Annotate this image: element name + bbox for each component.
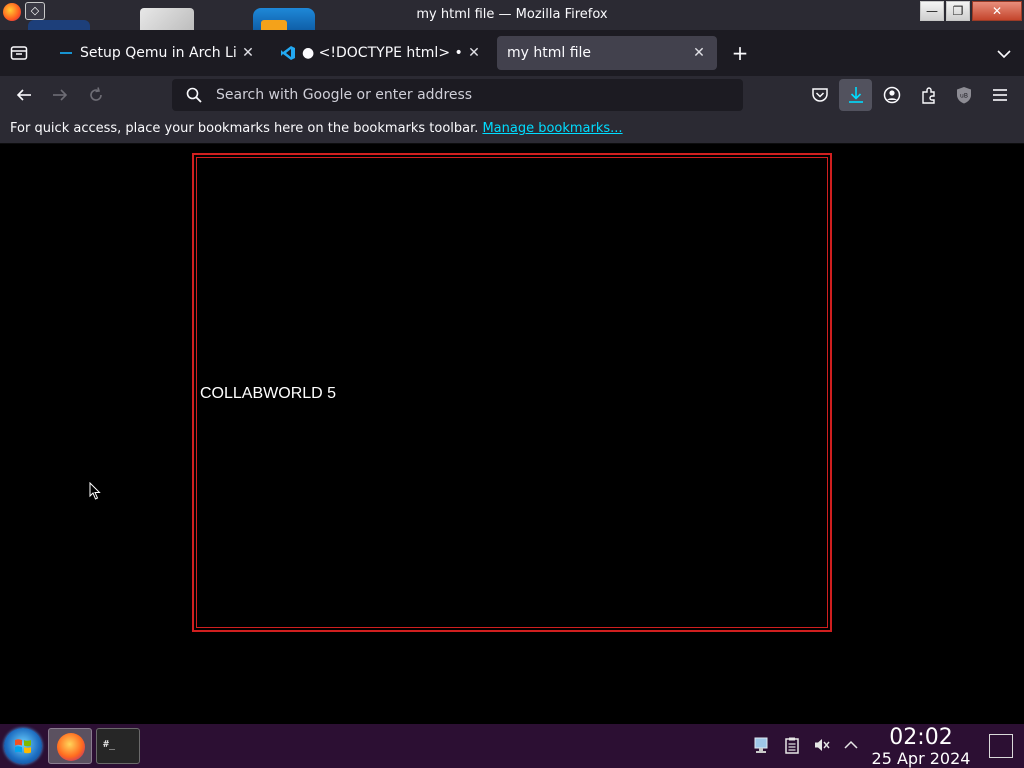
- page-content: COLLABWORLD 5: [0, 145, 1024, 724]
- tab-strip: Setup Qemu in Arch Linu ✕ ● <!DOCTYPE ht…: [0, 30, 1024, 76]
- minimize-button[interactable]: —: [920, 1, 944, 21]
- maximize-button[interactable]: ❐: [946, 1, 970, 21]
- ublock-shield-icon[interactable]: uB: [954, 85, 974, 105]
- forward-arrow-icon[interactable]: [50, 85, 70, 105]
- vscode-favicon-icon: [281, 46, 295, 60]
- clock-date: 25 Apr 2024: [871, 749, 971, 768]
- tab-label: ● <!DOCTYPE html> • a: [302, 45, 462, 61]
- tab-label: my html file: [507, 45, 592, 61]
- svg-text:uB: uB: [960, 93, 968, 100]
- tab-setup-qemu[interactable]: Setup Qemu in Arch Linu ✕: [48, 36, 266, 70]
- search-icon: [186, 87, 202, 103]
- hamburger-menu-icon[interactable]: [990, 85, 1010, 105]
- page-heading: COLLABWORLD 5: [200, 385, 337, 402]
- taskbar-clock[interactable]: 02:02 25 Apr 2024: [866, 726, 976, 768]
- start-menu-button[interactable]: [4, 728, 42, 764]
- chevron-down-icon[interactable]: [994, 44, 1014, 64]
- tab-label: Setup Qemu in Arch Linu: [80, 45, 236, 61]
- download-arrow-icon: [849, 87, 863, 103]
- close-window-button[interactable]: ✕: [972, 1, 1022, 21]
- address-input[interactable]: [216, 85, 726, 105]
- pocket-icon[interactable]: [810, 85, 830, 105]
- chevron-up-icon[interactable]: [842, 736, 860, 754]
- tab-my-html-file[interactable]: my html file ✕: [497, 36, 717, 70]
- taskbar: #_ 02:02 25 Apr 2024: [0, 724, 1024, 768]
- clock-time: 02:02: [889, 725, 953, 750]
- close-tab-icon[interactable]: ✕: [466, 45, 482, 61]
- bookmarks-prompt: For quick access, place your bookmarks h…: [10, 121, 479, 136]
- back-arrow-icon[interactable]: [14, 85, 34, 105]
- mouse-cursor-icon: [89, 482, 101, 500]
- navigation-toolbar: uB: [0, 76, 1024, 114]
- windows-logo-icon: [15, 739, 31, 754]
- tab-doctype-html[interactable]: ● <!DOCTYPE html> • a ✕: [270, 36, 492, 70]
- terminal-icon: #_: [103, 739, 116, 750]
- arch-favicon-icon: [60, 52, 72, 54]
- show-desktop-button[interactable]: [989, 734, 1013, 758]
- taskbar-firefox-button[interactable]: [48, 728, 92, 764]
- taskbar-terminal-button[interactable]: #_: [96, 728, 140, 764]
- account-icon[interactable]: [882, 85, 902, 105]
- firefox-view-icon[interactable]: [10, 44, 28, 62]
- reload-icon[interactable]: [86, 85, 106, 105]
- manage-bookmarks-link[interactable]: Manage bookmarks...: [482, 121, 622, 136]
- bookmarks-toolbar: For quick access, place your bookmarks h…: [0, 114, 1024, 144]
- new-tab-button[interactable]: +: [730, 43, 750, 63]
- close-tab-icon[interactable]: ✕: [691, 45, 707, 61]
- window-titlebar: ◇ my html file — Mozilla Firefox — ❐ ✕: [0, 0, 1024, 30]
- close-tab-icon[interactable]: ✕: [240, 45, 256, 61]
- clipboard-icon[interactable]: [783, 736, 801, 754]
- address-bar[interactable]: [172, 79, 743, 111]
- content-frame: COLLABWORLD 5: [192, 153, 832, 632]
- window-title: my html file — Mozilla Firefox: [416, 7, 608, 22]
- network-icon[interactable]: [752, 736, 770, 754]
- extensions-puzzle-icon[interactable]: [919, 85, 939, 105]
- downloads-button[interactable]: [839, 79, 872, 111]
- volume-muted-icon[interactable]: [813, 736, 831, 754]
- firefox-icon: [57, 733, 85, 761]
